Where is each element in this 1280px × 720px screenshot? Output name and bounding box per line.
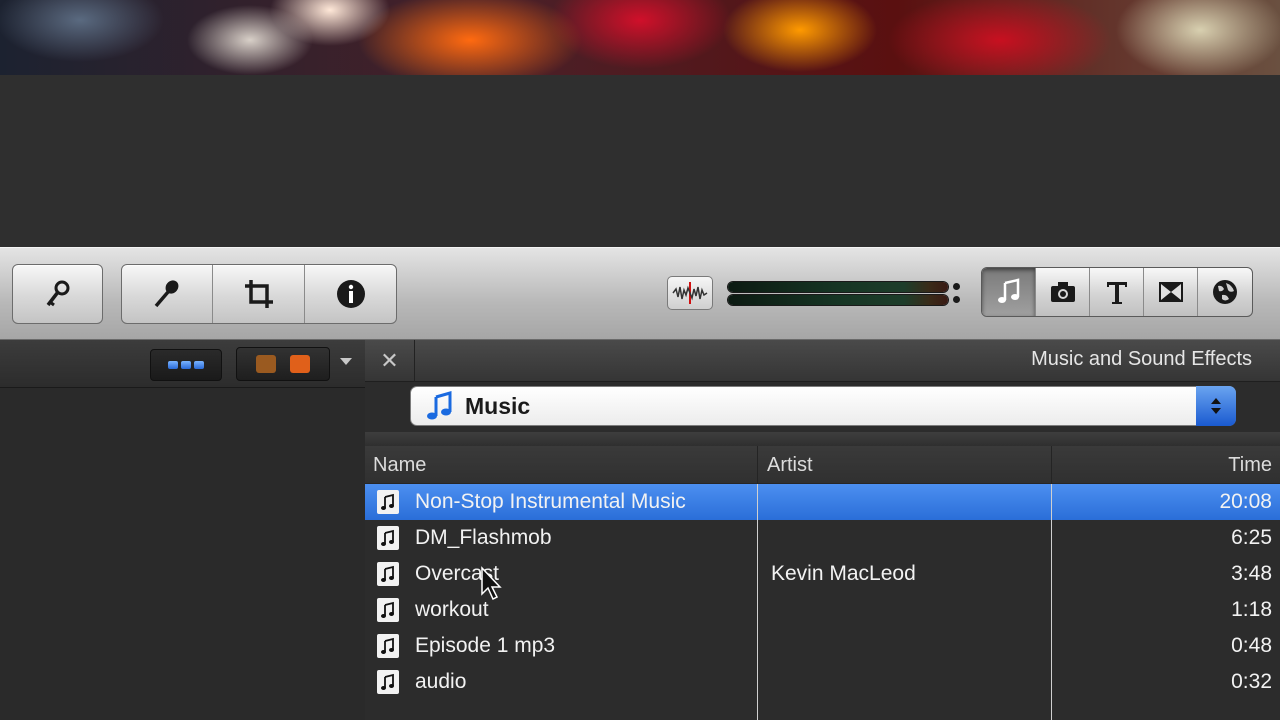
comment-marker-icon: [256, 355, 276, 373]
chevron-down-icon: [1211, 408, 1221, 414]
maps-browser-button[interactable]: [1198, 268, 1252, 316]
song-time: 6:25: [1231, 526, 1272, 549]
chevron-down-icon[interactable]: [340, 358, 352, 365]
crop-button[interactable]: [213, 265, 305, 323]
song-name: Episode 1 mp3: [415, 634, 556, 657]
table-row[interactable]: Non-Stop Instrumental Music 20:08: [365, 484, 1280, 520]
video-preview: [0, 0, 1280, 75]
keyword-button[interactable]: [13, 265, 102, 323]
inspector-button[interactable]: [305, 265, 396, 323]
column-divider: [757, 484, 758, 720]
table-header: Name Artist Time: [365, 446, 1280, 484]
thumbnail-view-button[interactable]: [150, 349, 222, 381]
song-name: workout: [415, 598, 489, 621]
table-row[interactable]: DM_Flashmob 6:25: [365, 520, 1280, 556]
select-stepper[interactable]: [1196, 386, 1236, 426]
volume-meter-right: [728, 295, 960, 305]
column-divider: [1051, 484, 1052, 720]
chapter-marker-icon: [290, 355, 310, 373]
song-name: DM_Flashmob: [415, 526, 552, 549]
song-name: audio: [415, 670, 467, 693]
voiceover-button[interactable]: [122, 265, 213, 323]
crop-icon: [244, 280, 273, 308]
music-browser-button[interactable]: [982, 268, 1036, 316]
panel-title: Music and Sound Effects: [1031, 348, 1252, 370]
transitions-browser-button[interactable]: [1144, 268, 1198, 316]
marker-button[interactable]: [236, 347, 330, 381]
info-icon: [336, 280, 365, 308]
music-note-icon: [427, 391, 452, 420]
column-header-time[interactable]: Time: [1228, 454, 1272, 477]
text-icon: [1106, 282, 1127, 304]
song-time: 20:08: [1219, 490, 1272, 513]
audio-file-icon: [377, 562, 399, 586]
column-header-artist[interactable]: Artist: [767, 454, 813, 477]
song-name: Non-Stop Instrumental Music: [415, 490, 686, 513]
browser-button-group: [981, 267, 1253, 317]
audio-file-icon: [377, 598, 399, 622]
chevron-up-icon: [1211, 398, 1221, 404]
source-select[interactable]: Music: [410, 386, 1236, 426]
audio-skimming-button[interactable]: [667, 276, 713, 310]
table-row[interactable]: Episode 1 mp3 0:48: [365, 628, 1280, 664]
viewer-background: [0, 75, 1280, 247]
volume-meter-left: [728, 282, 960, 292]
key-icon: [46, 280, 69, 307]
photo-browser-button[interactable]: [1036, 268, 1090, 316]
song-artist: Kevin MacLeod: [771, 562, 916, 585]
volume-meter: [728, 280, 960, 306]
table-row[interactable]: audio 0:32: [365, 664, 1280, 700]
close-button[interactable]: ✕: [365, 340, 415, 382]
split-handle[interactable]: [365, 432, 1280, 446]
microphone-icon: [154, 280, 179, 308]
column-header-name[interactable]: Name: [373, 454, 426, 477]
globe-icon: [1213, 280, 1237, 304]
project-library-panel: [0, 340, 365, 720]
song-time: 3:48: [1231, 562, 1272, 585]
audio-file-icon: [377, 670, 399, 694]
audio-file-icon: [377, 634, 399, 658]
titles-browser-button[interactable]: [1090, 268, 1144, 316]
audio-file-icon: [377, 490, 399, 514]
mouse-cursor-icon: [481, 566, 502, 601]
music-icon: [997, 278, 1019, 303]
tool-group-keyword: [12, 264, 103, 324]
waveform-icon: [672, 282, 708, 304]
song-time: 1:18: [1231, 598, 1272, 621]
song-time: 0:32: [1231, 670, 1272, 693]
camera-icon: [1050, 282, 1075, 302]
song-time: 0:48: [1231, 634, 1272, 657]
audio-file-icon: [377, 526, 399, 550]
transition-icon: [1158, 282, 1183, 302]
tool-group-edit: [121, 264, 397, 324]
source-select-value: Music: [465, 392, 531, 419]
